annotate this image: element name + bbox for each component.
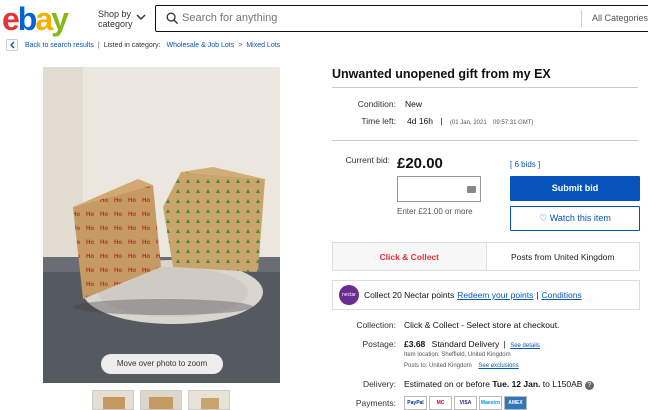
time-left-value: 4d 16h | (01 Jan, 2021 09:57:31 GMT) bbox=[407, 116, 533, 126]
maestro-icon: Maestro bbox=[479, 396, 502, 410]
paypal-icon: PayPal bbox=[404, 396, 427, 410]
search-bar: All Categories bbox=[155, 5, 648, 32]
thumbnail-1-image bbox=[93, 391, 133, 409]
delivery-date: Tue. 12 Jan. bbox=[492, 379, 541, 389]
condition-label: Condition: bbox=[357, 99, 396, 109]
amex-icon: AMEX bbox=[504, 396, 527, 410]
shop-by-line2: category bbox=[98, 19, 133, 29]
postage-price: £3.68 bbox=[404, 339, 426, 349]
info-icon[interactable]: ? bbox=[584, 381, 594, 390]
collection-label: Collection: bbox=[356, 320, 396, 330]
postage-separator: | bbox=[503, 339, 506, 349]
breadcrumb: Back to search results | Listed in categ… bbox=[6, 39, 280, 51]
bid-amount-input[interactable] bbox=[397, 176, 481, 202]
logo-letter-b: b bbox=[17, 1, 37, 37]
category-link-mixed-lots[interactable]: Mixed Lots bbox=[246, 42, 280, 49]
search-input[interactable] bbox=[182, 6, 552, 30]
minimum-bid-note: Enter £21.00 or more bbox=[397, 207, 473, 216]
ebay-logo[interactable]: ebay bbox=[2, 1, 69, 37]
time-left-label: Time left: bbox=[361, 116, 396, 126]
breadcrumb-pipe: | bbox=[97, 41, 100, 49]
watch-item-label: Watch this item bbox=[549, 213, 611, 223]
see-exclusions-link[interactable]: See exclusions bbox=[478, 363, 518, 369]
heart-icon: ♡ bbox=[539, 213, 548, 223]
search-category-select[interactable]: All Categories bbox=[592, 6, 648, 30]
postage-label: Postage: bbox=[362, 339, 396, 349]
redeem-points-link[interactable]: Redeem your points bbox=[457, 290, 533, 300]
logo-letter-a: a bbox=[35, 1, 53, 37]
collection-value: Click & Collect - Select store at checko… bbox=[404, 320, 560, 330]
nectar-separator: | bbox=[536, 290, 539, 300]
product-photo-illustration: Ho bbox=[43, 67, 280, 383]
back-arrow-icon[interactable] bbox=[6, 39, 18, 51]
bid-count-link[interactable]: [ 6 bids ] bbox=[510, 160, 540, 169]
breadcrumb-separator: > bbox=[238, 41, 243, 49]
time-left-duration: 4d 16h bbox=[407, 116, 433, 126]
shop-by-line1: Shop by bbox=[98, 9, 132, 19]
delivery-text: Estimated on or before bbox=[404, 379, 490, 389]
current-bid-label: Current bid: bbox=[345, 155, 390, 165]
time-left-time: 09:57:31 GMT) bbox=[493, 120, 534, 126]
logo-letter-e: e bbox=[2, 1, 20, 37]
bid-divider bbox=[332, 140, 638, 141]
postage-value: £3.68 Standard Delivery | See details bbox=[404, 339, 540, 349]
time-left-date: (01 Jan, 2021 bbox=[449, 120, 487, 126]
time-left-separator: | bbox=[440, 116, 443, 126]
chevron-down-icon[interactable] bbox=[136, 12, 146, 22]
submit-bid-button[interactable]: Submit bid bbox=[510, 176, 640, 201]
search-divider bbox=[581, 10, 582, 27]
payment-methods: PayPal MC VISA Maestro AMEX bbox=[404, 396, 527, 410]
listed-in-label: Listed in category: bbox=[103, 41, 161, 49]
nectar-conditions-link[interactable]: Conditions bbox=[542, 290, 582, 300]
delivery-label: Delivery: bbox=[362, 379, 396, 389]
category-link-wholesale[interactable]: Wholesale & Job Lots bbox=[167, 42, 235, 49]
product-photo[interactable]: Ho bbox=[43, 67, 280, 383]
nectar-banner: nectar Collect 20 Nectar points Redeem y… bbox=[332, 280, 640, 310]
back-to-search-link[interactable]: Back to search results bbox=[25, 42, 94, 49]
postage-service: Standard Delivery bbox=[431, 339, 500, 349]
current-bid-price: £20.00 bbox=[397, 155, 443, 172]
keyboard-icon bbox=[467, 186, 476, 193]
logo-letter-y: y bbox=[51, 1, 69, 37]
delivery-postcode: to L150AB bbox=[542, 379, 583, 389]
nectar-text: Collect 20 Nectar points bbox=[364, 290, 455, 300]
thumbnail-3[interactable] bbox=[188, 390, 230, 410]
thumbnail-2-image bbox=[141, 391, 181, 409]
fulfilment-options: Click & Collect Posts from United Kingdo… bbox=[332, 242, 640, 271]
title-divider bbox=[332, 87, 638, 88]
nectar-logo: nectar bbox=[339, 285, 359, 305]
posts-from-tab[interactable]: Posts from United Kingdom bbox=[485, 243, 640, 270]
visa-icon: VISA bbox=[454, 396, 477, 410]
mastercard-icon: MC bbox=[429, 396, 452, 410]
shop-by-category-button[interactable]: Shop by category bbox=[98, 9, 133, 29]
thumbnail-1[interactable] bbox=[92, 390, 134, 410]
condition-value: New bbox=[405, 99, 423, 109]
listing-title: Unwanted unopened gift from my EX bbox=[332, 67, 551, 81]
watch-item-button[interactable]: ♡ Watch this item bbox=[510, 206, 640, 231]
see-details-link[interactable]: See details bbox=[510, 343, 540, 349]
zoom-hint: Move over photo to zoom bbox=[101, 354, 223, 374]
posts-to: Posts to: United Kingdom See exclusions bbox=[404, 363, 519, 369]
thumbnail-2[interactable] bbox=[140, 390, 182, 410]
posts-to-text: Posts to: United Kingdom bbox=[404, 363, 472, 369]
thumbnail-3-image bbox=[189, 391, 229, 409]
item-location: Item location: Sheffield, United Kingdom bbox=[404, 352, 511, 358]
click-collect-tab[interactable]: Click & Collect bbox=[333, 243, 486, 270]
search-icon bbox=[166, 12, 179, 25]
delivery-value: Estimated on or before Tue. 12 Jan. to L… bbox=[404, 379, 594, 390]
